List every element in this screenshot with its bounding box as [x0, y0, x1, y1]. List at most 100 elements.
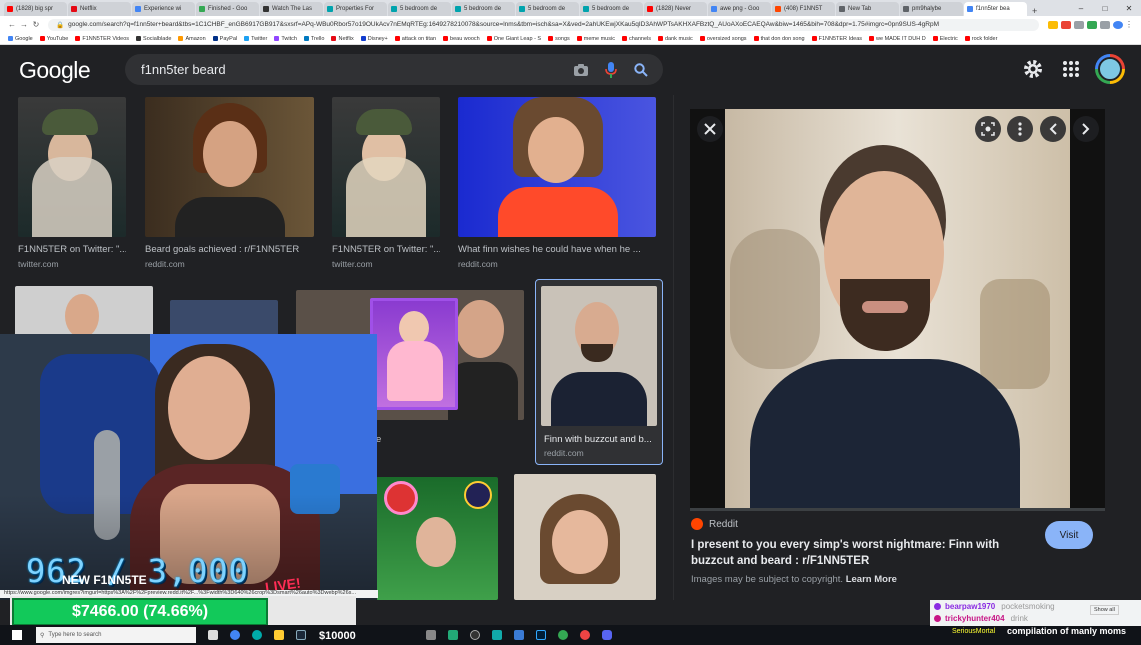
- browser-tab[interactable]: New Tab: [836, 2, 899, 16]
- windows-start-icon[interactable]: [12, 630, 22, 640]
- maximize-icon[interactable]: □: [1093, 0, 1117, 16]
- bookmark-item[interactable]: Google: [8, 36, 33, 42]
- extension-icon[interactable]: [1048, 20, 1058, 29]
- bookmark-item[interactable]: we MADE IT DUH D: [869, 36, 926, 42]
- result-title[interactable]: F1NN5TER on Twitter: "...: [332, 244, 440, 255]
- chrome-icon[interactable]: [558, 630, 568, 640]
- forward-icon[interactable]: →: [18, 20, 30, 29]
- bookmark-item[interactable]: attack on titan: [394, 36, 436, 42]
- result-title[interactable]: Beard goals achieved : r/F1NN5TER: [145, 244, 314, 255]
- next-arrow-icon[interactable]: [1073, 116, 1099, 142]
- preview-image[interactable]: [690, 109, 1105, 509]
- apps-grid-icon[interactable]: [1061, 59, 1081, 79]
- image-result[interactable]: F1NN5TER on Twitter: "... twitter.com: [18, 97, 126, 272]
- bookmark-item[interactable]: beau wooch: [443, 36, 480, 42]
- extension-icon[interactable]: [1100, 20, 1110, 29]
- search-icon[interactable]: [629, 58, 653, 82]
- app-icon[interactable]: [580, 630, 590, 640]
- browser-tab[interactable]: (408) F1NN5T: [772, 2, 835, 16]
- account-avatar[interactable]: [1095, 54, 1125, 84]
- browser-tab[interactable]: (1828) big spr: [4, 2, 67, 16]
- bookmark-item[interactable]: Socialblade: [136, 36, 171, 42]
- browser-tab[interactable]: Properties For: [324, 2, 387, 16]
- show-all-button[interactable]: Show all: [1090, 605, 1119, 615]
- browser-tab[interactable]: 5 bedroom de: [580, 2, 643, 16]
- browser-tab[interactable]: f1nn5ter bea: [964, 2, 1027, 16]
- bookmark-item[interactable]: Netflix: [331, 36, 354, 42]
- browser-tab[interactable]: Netflix: [68, 2, 131, 16]
- learn-more-link[interactable]: Learn More: [846, 574, 897, 585]
- result-title[interactable]: F1NN5TER on Twitter: "...: [18, 244, 126, 255]
- browser-tab[interactable]: (1828) Never: [644, 2, 707, 16]
- visit-button[interactable]: Visit: [1045, 521, 1093, 549]
- previous-arrow-icon[interactable]: [1040, 116, 1066, 142]
- address-bar[interactable]: 🔒 google.com/search?q=f1nn5ter+beard&tbs…: [48, 18, 1039, 31]
- search-input[interactable]: f1nn5ter beard: [141, 62, 569, 77]
- bookmark-item[interactable]: F1NN5TER Videos: [75, 36, 129, 42]
- bookmark-item[interactable]: YouTube: [39, 36, 68, 42]
- extension-icon[interactable]: [1074, 20, 1084, 29]
- browser-tab[interactable]: 5 bedroom de: [516, 2, 579, 16]
- bookmark-item[interactable]: Trello: [303, 36, 324, 42]
- reload-icon[interactable]: ↻: [30, 20, 42, 29]
- photoshop-icon[interactable]: [536, 630, 546, 640]
- browser-tab[interactable]: 5 bedroom de: [452, 2, 515, 16]
- result-thumbnail[interactable]: [458, 97, 656, 237]
- discord-icon[interactable]: [602, 630, 612, 640]
- result-title[interactable]: What finn wishes he could have when he .…: [458, 244, 656, 255]
- browser-tab[interactable]: awe png - Goo: [708, 2, 771, 16]
- result-thumbnail[interactable]: [541, 286, 657, 426]
- extension-icon[interactable]: [1061, 20, 1071, 29]
- microphone-icon[interactable]: [599, 58, 623, 82]
- task-view-icon[interactable]: [208, 630, 218, 640]
- bookmark-item[interactable]: oversized songs: [699, 36, 747, 42]
- result-thumbnail[interactable]: [514, 474, 656, 600]
- bookmark-item[interactable]: meme music: [576, 36, 615, 42]
- bookmark-item[interactable]: songs: [548, 36, 570, 42]
- bookmark-item[interactable]: F1NN5TER Ideas: [811, 36, 862, 42]
- result-thumbnail[interactable]: [332, 97, 440, 237]
- result-thumbnail[interactable]: [145, 97, 314, 237]
- browser-tab[interactable]: Watch The Las: [260, 2, 323, 16]
- bookmark-item[interactable]: channels: [621, 36, 651, 42]
- bookmark-item[interactable]: Amazon: [178, 36, 206, 42]
- image-result[interactable]: What finn wishes he could have when he .…: [458, 97, 656, 272]
- settings-gear-icon[interactable]: [1022, 58, 1044, 80]
- search-box[interactable]: f1nn5ter beard: [125, 54, 663, 85]
- edge-icon[interactable]: [252, 630, 262, 640]
- image-result[interactable]: F1NN5TER on Twitter: "... twitter.com: [332, 97, 440, 272]
- app-icon[interactable]: [492, 630, 502, 640]
- result-thumbnail[interactable]: [376, 477, 498, 600]
- browser-tab[interactable]: 5 bedroom de: [388, 2, 451, 16]
- obs-icon[interactable]: [470, 630, 480, 640]
- back-icon[interactable]: ←: [6, 20, 18, 29]
- result-thumbnail[interactable]: [18, 97, 126, 237]
- bookmark-item[interactable]: Twitch: [274, 36, 297, 42]
- bookmark-item[interactable]: Disney+: [360, 36, 388, 42]
- menu-icon[interactable]: ⋮: [1123, 20, 1135, 29]
- preview-source[interactable]: Reddit: [691, 518, 738, 530]
- bookmark-item[interactable]: Twitter: [244, 36, 267, 42]
- bookmark-item[interactable]: Electric: [932, 36, 958, 42]
- bookmark-item[interactable]: that don don song: [753, 36, 805, 42]
- camera-icon[interactable]: [569, 58, 593, 82]
- profile-icon[interactable]: [1113, 20, 1123, 29]
- selected-image-result[interactable]: Finn with buzzcut and b... reddit.com: [535, 279, 663, 465]
- preview-title[interactable]: I present to you every simp's worst nigh…: [691, 537, 1041, 569]
- extension-icon[interactable]: [1087, 20, 1097, 29]
- taskbar-search-input[interactable]: ⚲ Type here to search: [36, 627, 196, 643]
- result-title[interactable]: Finn with buzzcut and b...: [544, 434, 656, 445]
- image-result[interactable]: Beard goals achieved : r/F1NN5TER reddit…: [145, 97, 314, 272]
- app-icon[interactable]: [426, 630, 436, 640]
- browser-tab[interactable]: Experience wi: [132, 2, 195, 16]
- new-tab-button[interactable]: +: [1028, 6, 1041, 16]
- bookmark-item[interactable]: dank music: [657, 36, 693, 42]
- bookmark-item[interactable]: PayPal: [212, 36, 237, 42]
- lens-search-icon[interactable]: [975, 116, 1001, 142]
- steam-icon[interactable]: [296, 630, 306, 640]
- result-thumbnail[interactable]: [15, 286, 153, 336]
- chrome-icon[interactable]: [230, 630, 240, 640]
- result-thumbnail[interactable]: [370, 298, 458, 410]
- more-options-icon[interactable]: [1007, 116, 1033, 142]
- browser-tab[interactable]: pm9halybe: [900, 2, 963, 16]
